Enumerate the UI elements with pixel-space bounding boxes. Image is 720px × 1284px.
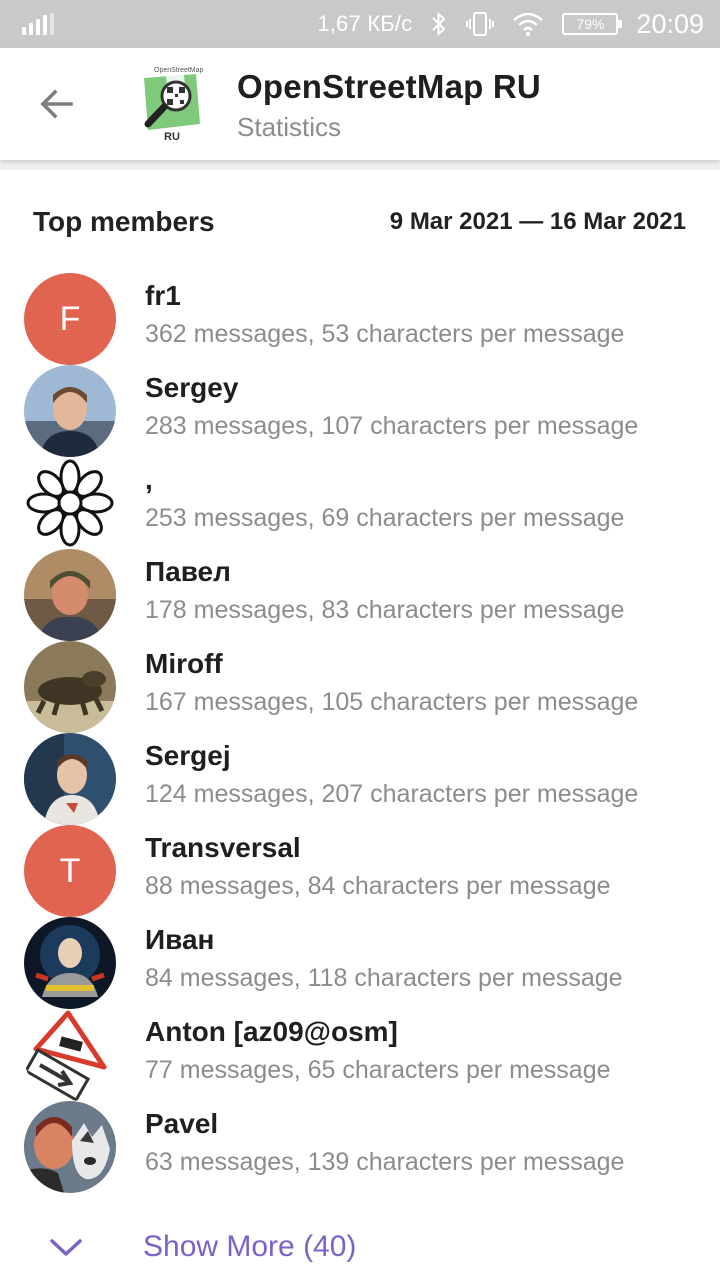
avatar-letter: T (59, 851, 81, 890)
avatar (24, 733, 116, 825)
member-stats: 362 messages, 53 characters per message (145, 320, 625, 348)
arrow-back-icon (40, 89, 73, 119)
vibrate-icon (466, 10, 495, 38)
member-row[interactable]: F fr1 362 messages, 53 characters per me… (0, 270, 720, 365)
member-name: Transversal (145, 832, 301, 863)
avatar (24, 641, 116, 733)
member-name: Anton [az09@osm] (145, 1016, 398, 1047)
member-name: Pavel (145, 1108, 219, 1139)
member-stats: 77 messages, 65 characters per message (145, 1056, 611, 1084)
lizard-photo-icon (24, 641, 116, 733)
member-row[interactable]: Pavel 63 messages, 139 characters per me… (0, 1098, 720, 1193)
flower-drawing-icon (26, 459, 114, 547)
road-sign-icon (24, 1010, 107, 1101)
avatar: T (24, 825, 116, 917)
member-row[interactable]: Miroff 167 messages, 105 characters per … (0, 638, 720, 733)
member-stats: 84 messages, 118 characters per message (145, 964, 623, 992)
section-divider (0, 160, 720, 170)
member-stats: 253 messages, 69 characters per message (145, 504, 625, 532)
member-name: Sergey (145, 372, 239, 403)
bluetooth-icon (430, 10, 448, 38)
user-photo-icon (24, 917, 116, 1009)
user-photo-icon (24, 733, 116, 825)
avatar (24, 1101, 116, 1193)
avatar (24, 549, 116, 641)
member-stats: 283 messages, 107 characters per message (145, 412, 639, 440)
member-stats: 63 messages, 139 characters per message (145, 1148, 625, 1176)
chat-subtitle: Statistics (237, 112, 342, 142)
show-more-label: Show More (40) (143, 1230, 357, 1263)
chat-title: OpenStreetMap RU (237, 68, 541, 105)
status-bar: 1,67 КБ/с 79% 20:09 (0, 0, 720, 48)
section-title: Top members (33, 206, 215, 237)
svg-text:RU: RU (164, 131, 180, 143)
battery-icon: 79% (562, 13, 623, 35)
avatar-letter: F (59, 299, 81, 338)
wifi-icon (512, 11, 544, 37)
battery-level: 79% (576, 16, 605, 32)
avatar (24, 457, 116, 549)
member-stats: 124 messages, 207 characters per message (145, 780, 639, 808)
app-bar: OpenStreetMap RU OpenStreetMap RU Statis… (0, 48, 720, 160)
member-stats: 178 messages, 83 characters per message (145, 596, 625, 624)
date-range: 9 Mar 2021 — 16 Mar 2021 (389, 208, 686, 235)
signal-icon (22, 13, 54, 35)
member-row[interactable]: Sergej 124 messages, 207 characters per … (0, 730, 720, 825)
member-name: Sergej (145, 740, 231, 771)
member-name: fr1 (145, 280, 181, 311)
member-row[interactable]: , 253 messages, 69 characters per messag… (0, 454, 720, 549)
member-row[interactable]: Павел 178 messages, 83 characters per me… (0, 546, 720, 641)
member-name: Иван (145, 924, 215, 955)
user-photo-icon (24, 365, 116, 457)
show-more-button[interactable]: Show More (40) (0, 1212, 720, 1284)
openstreetmap-ru-logo: OpenStreetMap RU (144, 67, 204, 143)
member-row[interactable]: T Transversal 88 messages, 84 characters… (0, 822, 720, 917)
network-speed: 1,67 КБ/с (317, 11, 413, 36)
members-list: F fr1 362 messages, 53 characters per me… (0, 270, 720, 1193)
member-row[interactable]: Anton [az09@osm] 77 messages, 65 charact… (0, 1006, 720, 1101)
back-button[interactable] (24, 78, 88, 130)
member-name: Павел (145, 556, 231, 587)
avatar (24, 365, 116, 457)
avatar: F (24, 273, 116, 365)
user-photo-icon (24, 1101, 116, 1193)
member-stats: 88 messages, 84 characters per message (145, 872, 611, 900)
chat-avatar[interactable]: OpenStreetMap RU (136, 64, 206, 144)
member-row[interactable]: Иван 84 messages, 118 characters per mes… (0, 914, 720, 1009)
user-photo-icon (24, 549, 116, 641)
svg-text:OpenStreetMap: OpenStreetMap (154, 67, 204, 74)
clock: 20:09 (636, 8, 704, 39)
chevron-down-icon (50, 1239, 82, 1256)
avatar (24, 1009, 116, 1101)
avatar (24, 917, 116, 1009)
member-name: , (145, 464, 153, 495)
member-row[interactable]: Sergey 283 messages, 107 characters per … (0, 362, 720, 457)
member-name: Miroff (145, 648, 223, 679)
member-stats: 167 messages, 105 characters per message (145, 688, 639, 716)
